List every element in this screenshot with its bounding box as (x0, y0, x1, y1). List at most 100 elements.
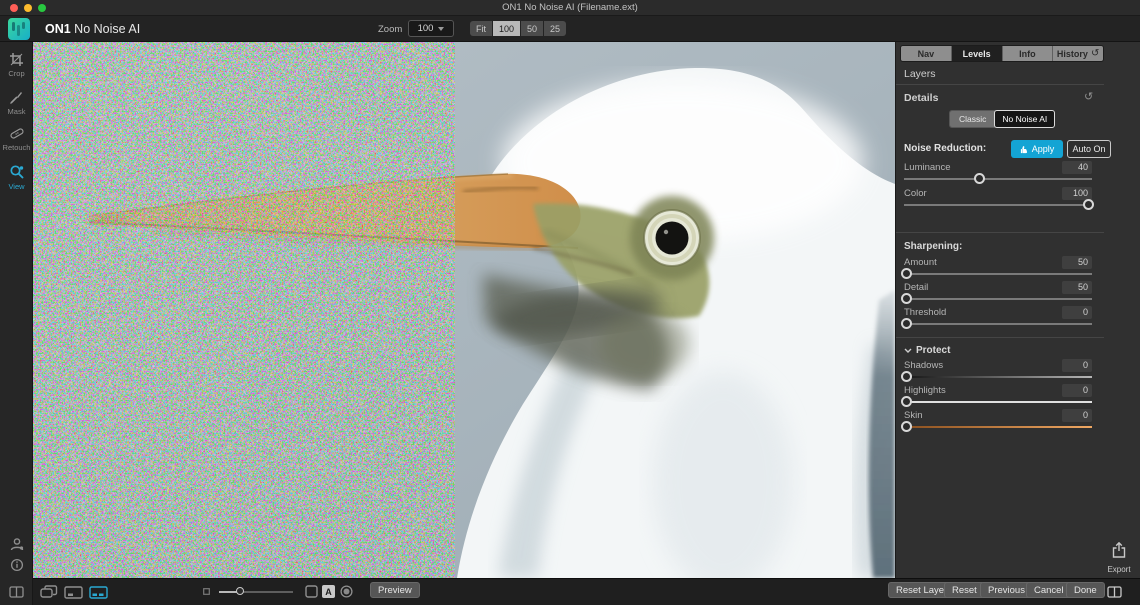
tool-mask[interactable]: Mask (0, 90, 33, 116)
skin-label: Skin (904, 410, 922, 421)
detail-label: Detail (904, 282, 928, 293)
apply-button[interactable]: Apply (1011, 140, 1063, 158)
highlights-label: Highlights (904, 385, 946, 396)
skin-knob[interactable] (901, 421, 912, 432)
tool-crop[interactable]: Crop (0, 52, 33, 78)
panel-tabs: Nav Levels Info History↺ (900, 45, 1104, 62)
window-titlebar: ON1 No Noise AI (Filename.ext) (0, 0, 1140, 16)
text-overlay-icon[interactable]: A (322, 585, 335, 598)
app-name-rest: No Noise AI (71, 22, 140, 36)
skin-value[interactable]: 0 (1062, 409, 1092, 422)
reset-button[interactable]: Reset (944, 582, 985, 598)
preview-button[interactable]: Preview (370, 582, 420, 598)
highlights-knob[interactable] (901, 396, 912, 407)
info-icon (10, 558, 24, 572)
account-button[interactable] (0, 537, 33, 557)
single-view-icon[interactable] (64, 586, 83, 599)
threshold-label: Threshold (904, 307, 946, 318)
threshold-track[interactable] (904, 323, 1092, 325)
zoom-preset-25[interactable]: 25 (544, 21, 566, 36)
shadows-knob[interactable] (901, 371, 912, 382)
tool-label: View (0, 182, 33, 191)
auto-on-button[interactable]: Auto On (1067, 140, 1111, 158)
shadows-value[interactable]: 0 (1062, 359, 1092, 372)
help-button[interactable] (0, 558, 33, 577)
amount-knob[interactable] (901, 268, 912, 279)
skin-track[interactable] (904, 426, 1092, 428)
slider-row-skin: Skin 0 (904, 410, 1092, 438)
zoom-preset-group: Fit 100 50 25 (470, 21, 566, 36)
app-name: ON1 No Noise AI (45, 22, 140, 36)
detail-knob[interactable] (901, 293, 912, 304)
retouch-bandaid-icon (9, 126, 25, 141)
window-title: ON1 No Noise AI (Filename.ext) (0, 2, 1140, 13)
zoom-preset-100[interactable]: 100 (493, 21, 520, 36)
tab-info[interactable]: Info (1003, 46, 1054, 61)
layers-section-title: Layers (904, 68, 936, 80)
detail-track[interactable] (904, 298, 1092, 300)
on1-logo-icon (8, 18, 30, 40)
zoom-dropdown[interactable]: 100 (408, 20, 454, 37)
color-track[interactable] (904, 204, 1092, 206)
copy-view-icon[interactable] (40, 585, 58, 599)
split-screen-button[interactable] (0, 585, 33, 603)
view-magnifier-icon (9, 164, 25, 180)
noise-reduction-row: Noise Reduction: Apply Auto On (904, 140, 1100, 158)
split-view-icon (9, 586, 24, 598)
top-toolbar: ON1 No Noise AI Zoom 100 Fit 100 50 25 (0, 16, 1140, 42)
tool-label: Retouch (0, 143, 33, 152)
tab-levels[interactable]: Levels (952, 46, 1003, 61)
highlights-track[interactable] (904, 401, 1092, 403)
panel-split-icon[interactable] (1107, 586, 1122, 598)
tool-retouch[interactable]: Retouch (0, 126, 33, 152)
app-name-bold: ON1 (45, 22, 71, 36)
left-tool-sidebar: Crop Mask Retouch (0, 42, 33, 605)
done-button[interactable]: Done (1066, 582, 1105, 598)
tool-label: Crop (0, 69, 33, 78)
details-reset-icon[interactable]: ↺ (1084, 90, 1093, 103)
apply-label: Apply (1032, 144, 1055, 154)
slider-row-luminance: Luminance 40 (904, 162, 1092, 190)
export-label: Export (1101, 565, 1137, 574)
amount-track[interactable] (904, 273, 1092, 275)
chevron-down-icon (904, 348, 912, 353)
threshold-knob[interactable] (901, 318, 912, 329)
divider (896, 84, 1104, 85)
mode-toggle: Classic No Noise AI (949, 110, 1055, 128)
luminance-track[interactable] (904, 178, 1092, 180)
luminance-label: Luminance (904, 162, 950, 173)
amount-value[interactable]: 50 (1062, 256, 1092, 269)
threshold-value[interactable]: 0 (1062, 306, 1092, 319)
mode-classic-button[interactable]: Classic (950, 111, 995, 127)
mode-no-noise-ai-button[interactable]: No Noise AI (994, 110, 1055, 128)
mask-preview-icon[interactable] (340, 585, 353, 598)
opacity-min-icon (203, 588, 210, 595)
crop-icon (9, 52, 24, 67)
color-knob[interactable] (1083, 199, 1094, 210)
amount-label: Amount (904, 257, 937, 268)
split-compare-view-icon[interactable] (89, 586, 108, 599)
highlights-value[interactable]: 0 (1062, 384, 1092, 397)
compare-box-icon[interactable] (305, 585, 318, 598)
tool-view[interactable]: View (0, 164, 33, 191)
history-undo-icon: ↺ (1091, 48, 1099, 59)
color-label: Color (904, 188, 927, 199)
person-icon (9, 537, 24, 552)
image-canvas[interactable] (33, 42, 895, 578)
detail-value[interactable]: 50 (1062, 281, 1092, 294)
zoom-preset-50[interactable]: 50 (521, 21, 543, 36)
luminance-value[interactable]: 40 (1062, 161, 1092, 174)
tab-history[interactable]: History↺ (1053, 46, 1103, 61)
tab-nav[interactable]: Nav (901, 46, 952, 61)
protect-section-header[interactable]: Protect (904, 345, 950, 356)
opacity-slider-knob[interactable] (236, 587, 244, 595)
bottom-bar: A Preview Reset Layer Reset Previous Can… (33, 578, 1140, 605)
export-button[interactable]: Export (1101, 542, 1137, 574)
noise-reduction-label: Noise Reduction: (904, 143, 986, 154)
zoom-preset-fit[interactable]: Fit (470, 21, 492, 36)
zoom-dropdown-value: 100 (418, 23, 434, 34)
shadows-track[interactable] (904, 376, 1092, 378)
cancel-button[interactable]: Cancel (1026, 582, 1072, 598)
slider-row-color: Color 100 (904, 188, 1092, 216)
luminance-knob[interactable] (974, 173, 985, 184)
